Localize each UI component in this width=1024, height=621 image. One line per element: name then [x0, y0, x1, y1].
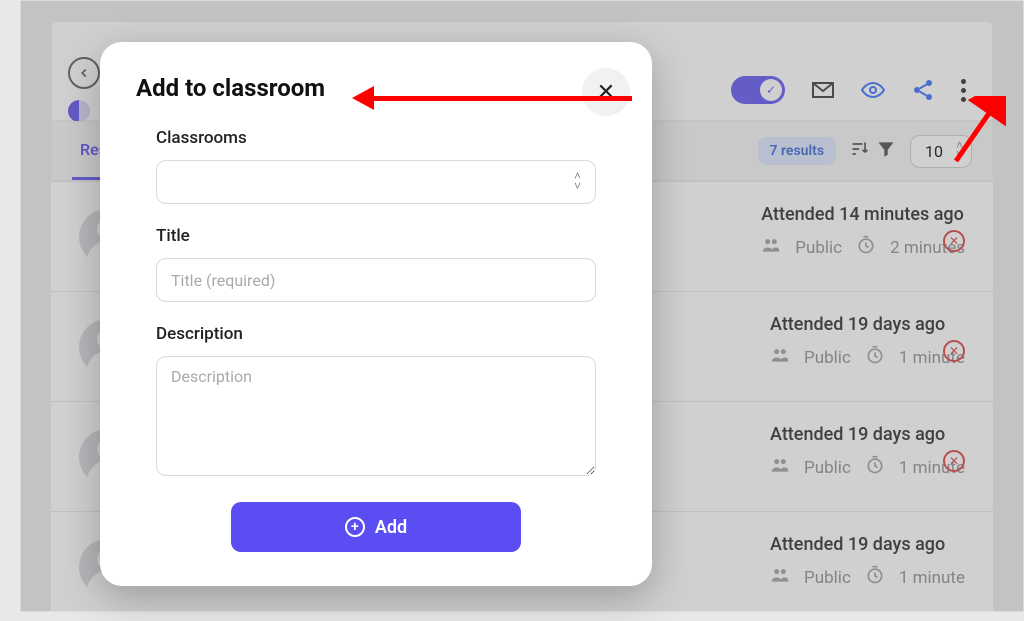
share-icon[interactable]: [911, 78, 935, 102]
attended-text: Attended 14 minutes ago: [761, 204, 964, 225]
timer-icon: [865, 345, 885, 370]
chevron-updown-icon: ˄˅: [574, 171, 581, 191]
people-icon: [770, 455, 790, 480]
filter-icon[interactable]: [876, 139, 896, 163]
classrooms-select[interactable]: ˄˅: [156, 160, 596, 204]
people-icon: [770, 345, 790, 370]
eye-icon[interactable]: [861, 78, 885, 102]
attended-text: Attended 19 days ago: [770, 534, 945, 555]
status-dot: [68, 100, 90, 122]
description-textarea[interactable]: [156, 356, 596, 476]
add-to-classroom-modal: Add to classroom ✕ Classrooms ˄˅ Title D…: [100, 42, 652, 586]
timer-icon: [865, 455, 885, 480]
people-icon: [770, 565, 790, 590]
attended-text: Attended 19 days ago: [770, 424, 945, 445]
add-button[interactable]: + Add: [231, 502, 521, 552]
mail-icon[interactable]: [811, 78, 835, 102]
page-size-value: 10: [925, 142, 943, 161]
plus-circle-icon: +: [345, 517, 365, 537]
sort-icon[interactable]: [850, 139, 870, 163]
timer-icon: [865, 565, 885, 590]
visibility-text: Public: [804, 568, 851, 588]
classrooms-label: Classrooms: [156, 128, 616, 148]
timer-icon: [856, 235, 876, 260]
delete-button[interactable]: ✕: [943, 450, 965, 472]
back-button[interactable]: [68, 57, 100, 89]
visibility-text: Public: [804, 348, 851, 368]
results-count-pill: 7 results: [758, 137, 836, 165]
title-label: Title: [156, 226, 616, 246]
add-button-label: Add: [375, 517, 407, 538]
attended-text: Attended 19 days ago: [770, 314, 945, 335]
publish-toggle[interactable]: ✓: [731, 76, 785, 104]
toggle-knob: ✓: [760, 79, 782, 101]
description-label: Description: [156, 324, 616, 344]
duration-text: 1 minute: [899, 568, 965, 588]
delete-button[interactable]: ✕: [943, 340, 965, 362]
annotation-arrow: [352, 91, 632, 105]
annotation-arrow: [946, 96, 1006, 166]
visibility-text: Public: [795, 238, 842, 258]
people-icon: [761, 235, 781, 260]
delete-button[interactable]: ✕: [943, 230, 965, 252]
visibility-text: Public: [804, 458, 851, 478]
title-input[interactable]: [156, 258, 596, 302]
